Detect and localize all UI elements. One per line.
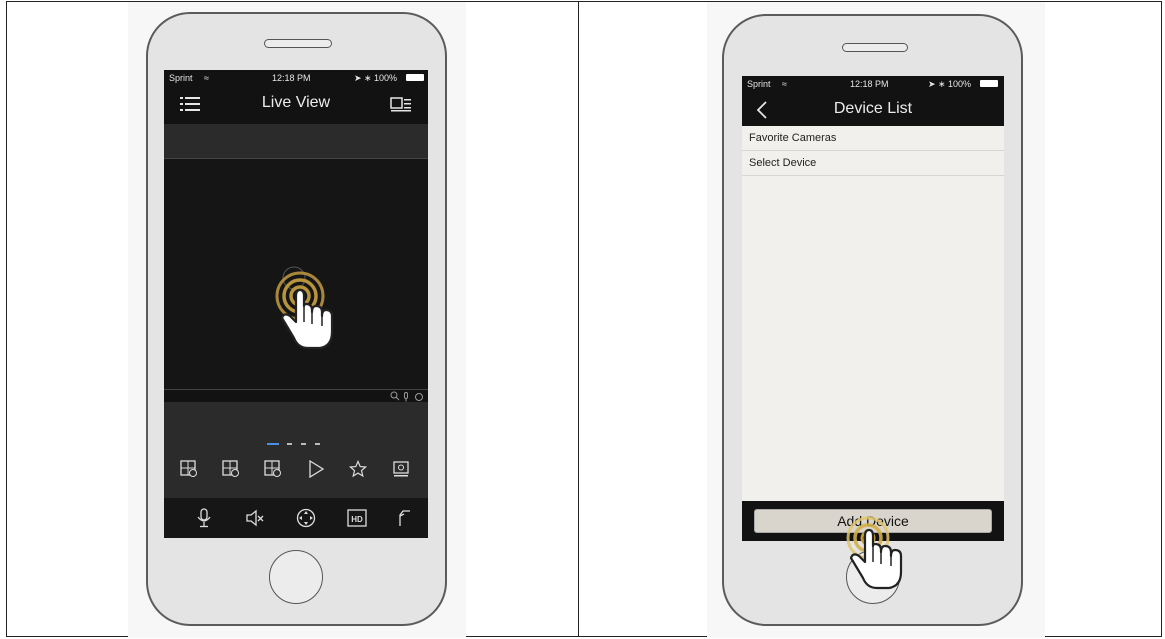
screen-icon[interactable] <box>392 460 410 478</box>
bottom-toolbar: HD <box>164 498 428 538</box>
right-phone-speaker <box>842 43 908 52</box>
page-title: Live View <box>261 94 331 111</box>
device-list: Favorite Cameras Select Device <box>742 126 1004 501</box>
device-list-screen: Sprint ≈ 12:18 PM ➤ ∗ 100% Device List F… <box>742 76 1004 541</box>
live-view-screen: Sprint ≈ 12:18 PM ➤ ∗ 100% Live View HD <box>164 70 428 538</box>
more-icon[interactable] <box>398 508 412 528</box>
add-device-button[interactable]: Add Device <box>754 509 992 533</box>
layout-grid-icon[interactable] <box>264 460 282 478</box>
battery-icon <box>406 74 424 81</box>
device-list-icon[interactable] <box>390 96 412 112</box>
add-device-bar: Add Device <box>742 501 1004 541</box>
zoom-icon[interactable] <box>390 391 400 401</box>
wifi-icon: ≈ <box>204 73 209 83</box>
battery-percent: 100% <box>374 73 398 83</box>
carrier-label: Sprint <box>169 73 193 83</box>
page-title: Device List <box>833 100 913 117</box>
list-item-label: Select Device <box>749 157 817 169</box>
control-panel <box>164 402 428 498</box>
battery-icon <box>980 80 998 87</box>
right-home-button[interactable] <box>846 550 900 604</box>
mic-icon[interactable] <box>402 392 410 402</box>
location-bluetooth-icon: ➤ ∗ <box>928 79 946 89</box>
list-item-favorite-cameras[interactable]: Favorite Cameras <box>742 126 1004 151</box>
clock-label: 12:18 PM <box>850 79 889 89</box>
layout-grid-icon[interactable] <box>222 460 240 478</box>
hd-icon[interactable]: HD <box>347 508 367 528</box>
battery-percent: 100% <box>948 79 972 89</box>
circle-icon[interactable] <box>414 392 424 402</box>
page-indicator <box>267 442 325 446</box>
list-item-label: Favorite Cameras <box>749 132 837 144</box>
status-bar: Sprint ≈ 12:18 PM ➤ ∗ 100% <box>164 70 428 86</box>
microphone-icon[interactable] <box>196 508 212 528</box>
left-phone-speaker <box>264 39 332 48</box>
wifi-icon: ≈ <box>782 79 787 89</box>
table-divider <box>578 1 579 637</box>
status-bar: Sprint ≈ 12:18 PM ➤ ∗ 100% <box>742 76 1004 92</box>
list-item-select-device[interactable]: Select Device <box>742 151 1004 176</box>
location-bluetooth-icon: ➤ ∗ <box>354 73 372 83</box>
speaker-mute-icon[interactable] <box>245 508 265 528</box>
star-icon[interactable] <box>349 460 367 478</box>
clock-label: 12:18 PM <box>272 73 311 83</box>
navigation-bar: Device List <box>742 92 1004 128</box>
video-pane[interactable] <box>164 158 428 401</box>
ptz-control-icon[interactable] <box>296 508 316 528</box>
hd-label: HD <box>351 515 363 524</box>
carrier-label: Sprint <box>747 79 771 89</box>
channel-bar <box>164 124 428 158</box>
play-icon[interactable] <box>307 460 325 478</box>
layout-grid-icon[interactable] <box>180 460 198 478</box>
left-home-button[interactable] <box>269 550 323 604</box>
navigation-bar: Live View <box>164 86 428 122</box>
